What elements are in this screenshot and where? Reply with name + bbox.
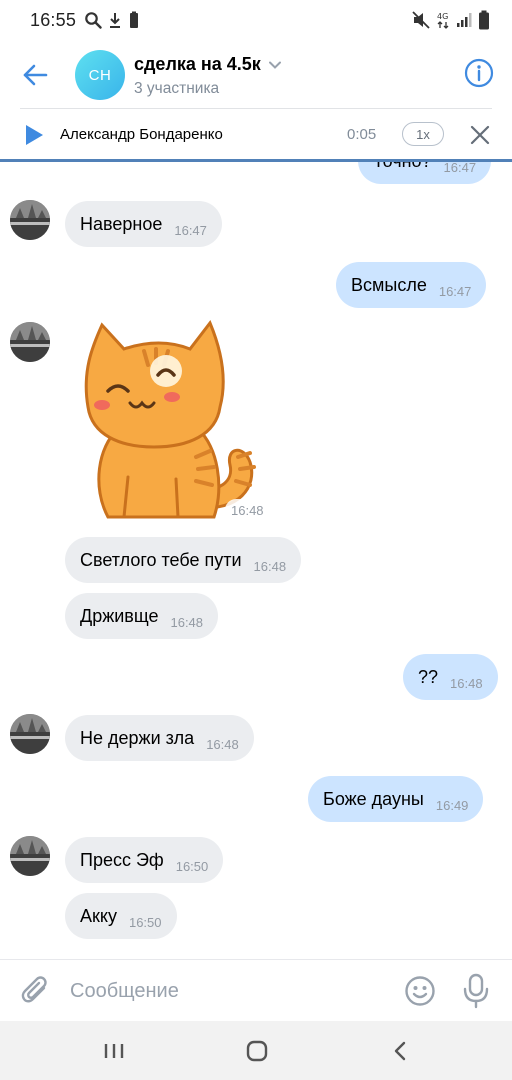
play-icon[interactable] [24,124,44,146]
message-text: Всмысле [351,274,427,295]
playback-speed-button[interactable]: 1x [402,122,444,146]
nav-back-icon[interactable] [386,1039,416,1063]
message-time: 16:48 [450,675,483,691]
signal-icon [457,13,472,27]
status-left-icons [84,11,140,29]
message-text: Акку [80,905,117,926]
message-text: ?? [418,666,439,687]
chat-subtitle: 3 участника [134,80,220,97]
message-text: Светлого тебе пути [80,549,242,570]
app: 16:55 4G СН сделка на 4.5к 3 участника А… [0,0,512,1080]
message-time: 16:48 [206,736,239,752]
mute-icon [412,11,430,29]
message-text: Наверное [80,213,163,234]
message-bubble-out[interactable]: Точно? 16:47 [358,162,492,184]
message-bubble-out[interactable]: ?? 16:48 [403,654,498,700]
attach-icon[interactable] [20,974,52,1008]
header-divider [20,108,492,109]
emoji-icon[interactable] [404,975,436,1007]
message-text: Држивще [80,605,159,626]
message-bubble-out[interactable]: Всмысле 16:47 [336,262,487,308]
message-time: 16:48 [170,614,204,630]
message-time: 16:48 [253,558,287,574]
status-time: 16:55 [30,9,77,30]
message-text: Точно? [373,162,432,172]
message-time: 16:47 [438,283,472,299]
close-icon[interactable] [469,124,491,146]
chat-header: СН сделка на 4.5к 3 участника [0,40,512,108]
message-input[interactable] [70,974,390,1008]
system-nav-bar [0,1021,512,1080]
svg-text:4G: 4G [437,12,448,21]
message-time: 16:49 [435,797,469,813]
message-text: Пресс Эф [80,849,164,870]
message-time: 16:50 [128,914,162,930]
status-right-icons: 4G [412,10,490,30]
message-text: Боже дауны [323,788,424,809]
mic-icon[interactable] [462,973,490,1009]
message-bubble-in[interactable]: Не держи зла 16:48 [65,715,254,761]
home-icon[interactable] [242,1039,272,1063]
sticker-time: 16:48 [225,499,270,521]
avatar[interactable] [10,322,50,362]
message-text: Не держи зла [80,727,195,748]
search-icon [85,12,102,29]
message-bubble-in[interactable]: Пресс Эф 16:50 [65,837,224,883]
audio-player-bar: Александр Бондаренко 0:05 1x [0,110,512,160]
avatar[interactable] [10,836,50,876]
chat-title-text: сделка на 4.5к [134,54,261,74]
message-bubble-out[interactable]: Боже дауны 16:49 [308,776,484,822]
cat-sticker[interactable] [78,317,278,527]
status-bar: 16:55 4G [0,0,512,40]
info-icon[interactable] [464,58,494,88]
avatar[interactable] [10,200,50,240]
message-bubble-in[interactable]: Светлого тебе пути 16:48 [65,537,302,583]
message-bubble-in[interactable]: Акку 16:50 [65,893,177,939]
message-time: 16:47 [174,222,207,238]
back-arrow-icon [23,64,48,86]
chevron-down-icon [268,61,281,69]
message-time: 16:47 [443,162,477,175]
back-button[interactable] [18,58,52,92]
message-time: 16:50 [175,858,209,874]
chat-avatar[interactable]: СН [75,50,125,100]
4g-icon: 4G [437,12,449,29]
download-icon [110,13,121,28]
message-bubble-in[interactable]: Држивще 16:48 [65,593,219,639]
player-time: 0:05 [347,126,377,143]
avatar[interactable] [10,714,50,754]
player-track-name[interactable]: Александр Бондаренко [60,126,223,143]
message-list[interactable]: Точно? 16:47 Наверное 16:47 Всмысле 16:4… [0,162,512,959]
recent-apps-icon[interactable] [100,1039,130,1063]
message-bubble-in[interactable]: Наверное 16:47 [65,201,222,247]
message-composer [0,959,512,1021]
chat-title[interactable]: сделка на 4.5к [134,54,281,75]
battery-icon [479,10,489,30]
battery-saver-icon [130,11,139,28]
